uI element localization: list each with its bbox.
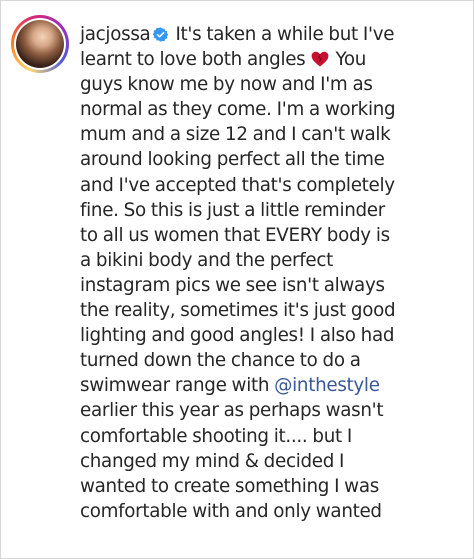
- caption-line: the reality, sometimes it's just good: [80, 300, 396, 322]
- caption-line: instagram pics we see isn't always: [80, 274, 385, 296]
- caption-line: fine. So this is just a little reminder: [80, 199, 385, 221]
- username-link[interactable]: jacjossa: [80, 24, 151, 45]
- caption-line: swimwear range with @inthestyle: [80, 373, 470, 398]
- caption-line: comfortable with and only wanted: [80, 500, 382, 522]
- caption-line: normal as they come. I'm a working: [80, 99, 396, 121]
- caption-text: It's taken a while but I've: [175, 24, 395, 45]
- caption-text: swimwear range with: [80, 375, 270, 397]
- caption-line: learnt to love both angles You: [80, 47, 470, 72]
- caption-line: changed my mind & decided I: [80, 450, 345, 472]
- caption-line: guys know me by now and I'm as: [80, 74, 373, 96]
- caption-line: lighting and good angles! I also had: [80, 325, 395, 347]
- red-heart-emoji-icon: [312, 51, 329, 67]
- verified-badge-icon: [153, 27, 169, 42]
- caption-line: to all us women that EVERY body is: [80, 224, 390, 246]
- caption-line: earlier this year as perhaps wasn't: [80, 400, 384, 422]
- caption-line: and I've accepted that's completely: [80, 174, 395, 196]
- post-caption: jacjossa It's taken a while but I've lea…: [80, 22, 470, 524]
- caption-text: You: [335, 49, 367, 71]
- instagram-caption-panel: jacjossa It's taken a while but I've lea…: [0, 0, 474, 559]
- caption-line: jacjossa It's taken a while but I've: [80, 22, 470, 47]
- caption-text: learnt to love both angles: [80, 49, 306, 71]
- caption-line: comfortable shooting it.... but I: [80, 425, 352, 447]
- caption-line: turned down the chance to do a: [80, 350, 361, 372]
- avatar-photo: [16, 20, 64, 68]
- mention-link[interactable]: @inthestyle: [274, 375, 380, 396]
- profile-avatar[interactable]: [11, 15, 69, 73]
- caption-line: mum and a size 12 and I can't walk: [80, 124, 391, 146]
- caption-line: around looking perfect all the time: [80, 149, 385, 171]
- avatar-ring-gap: [14, 18, 66, 70]
- caption-line: a bikini body and the perfect: [80, 249, 333, 271]
- caption-line: wanted to create something I was: [80, 475, 379, 497]
